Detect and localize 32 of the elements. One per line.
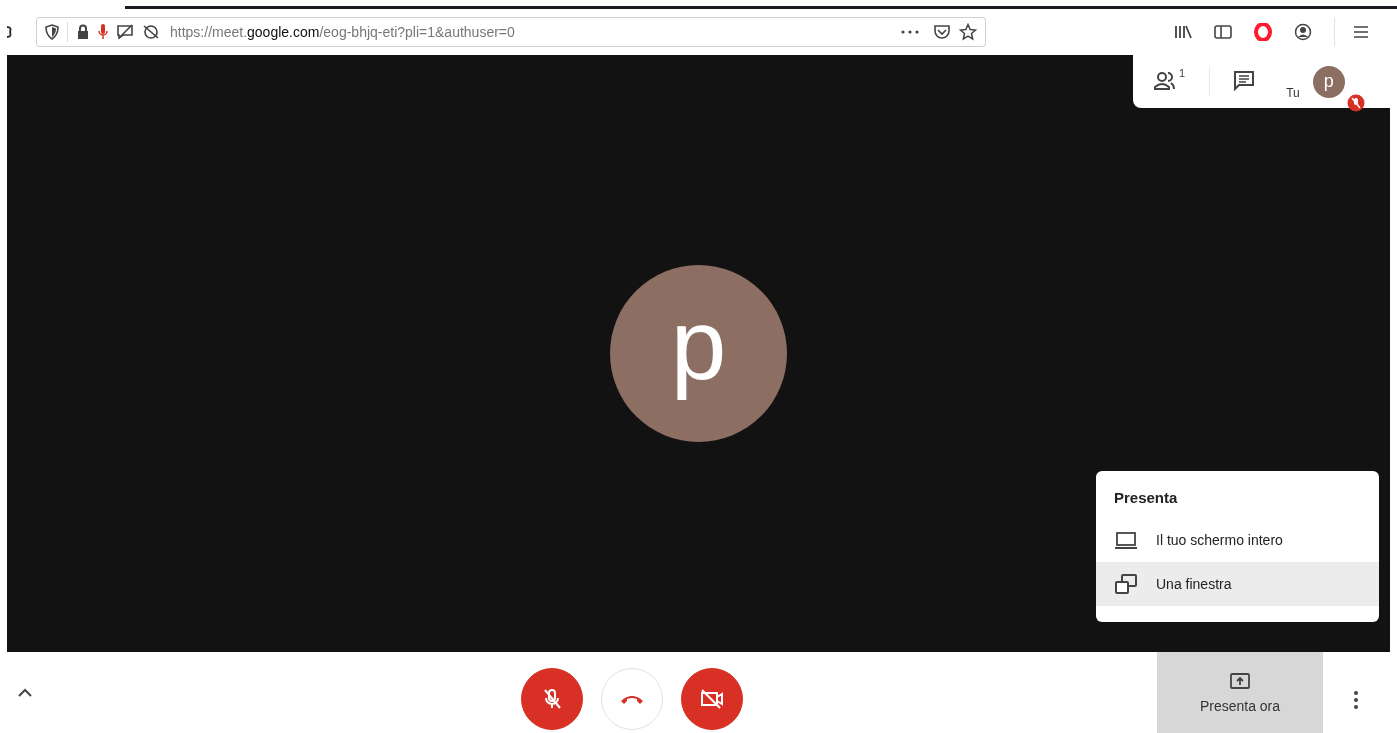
participant-avatar: p bbox=[610, 265, 787, 442]
menu-item[interactable]: Il tuo schermo intero bbox=[1096, 518, 1379, 562]
participants-button[interactable]: 1 bbox=[1153, 68, 1186, 95]
self-avatar: p bbox=[1312, 65, 1345, 98]
lock-icon[interactable] bbox=[76, 24, 90, 40]
blocked-autoplay-icon[interactable] bbox=[142, 24, 160, 40]
library-icon[interactable] bbox=[1174, 24, 1192, 40]
pocket-icon[interactable] bbox=[933, 24, 951, 40]
windows-icon bbox=[1114, 573, 1138, 595]
self-label: Tu bbox=[1286, 85, 1300, 100]
account-icon[interactable] bbox=[1294, 23, 1312, 41]
menu-item[interactable]: Una finestra bbox=[1096, 562, 1379, 606]
address-bar[interactable]: https://meet.google.com/eog-bhjq-eti?pli=1&authuser=0 bbox=[36, 17, 986, 47]
laptop-icon bbox=[1114, 530, 1138, 550]
sidebar-icon[interactable] bbox=[1214, 24, 1232, 40]
chat-icon bbox=[1232, 68, 1257, 91]
menu-icon[interactable] bbox=[1353, 25, 1369, 39]
microphone-off-icon bbox=[541, 687, 563, 711]
present-now-button[interactable]: Presenta ora bbox=[1157, 652, 1323, 733]
opera-icon[interactable] bbox=[1254, 23, 1272, 41]
menu-title: Presenta bbox=[1113, 489, 1179, 508]
phone-icon bbox=[619, 693, 645, 705]
blocked-notification-icon[interactable] bbox=[116, 24, 134, 40]
extension-icon[interactable] bbox=[6, 25, 14, 39]
present-screen-icon bbox=[1229, 671, 1251, 690]
url-text: https://meet.google.com/eog-bhjq-eti?pli=1&authuser=0 bbox=[170, 24, 515, 40]
microphone-icon[interactable] bbox=[98, 23, 108, 41]
caret-icon[interactable] bbox=[17, 687, 33, 698]
camera-off-icon bbox=[699, 688, 725, 710]
star-icon[interactable] bbox=[959, 23, 977, 41]
shield-icon[interactable] bbox=[45, 24, 59, 40]
more-options-icon[interactable] bbox=[1353, 690, 1359, 710]
